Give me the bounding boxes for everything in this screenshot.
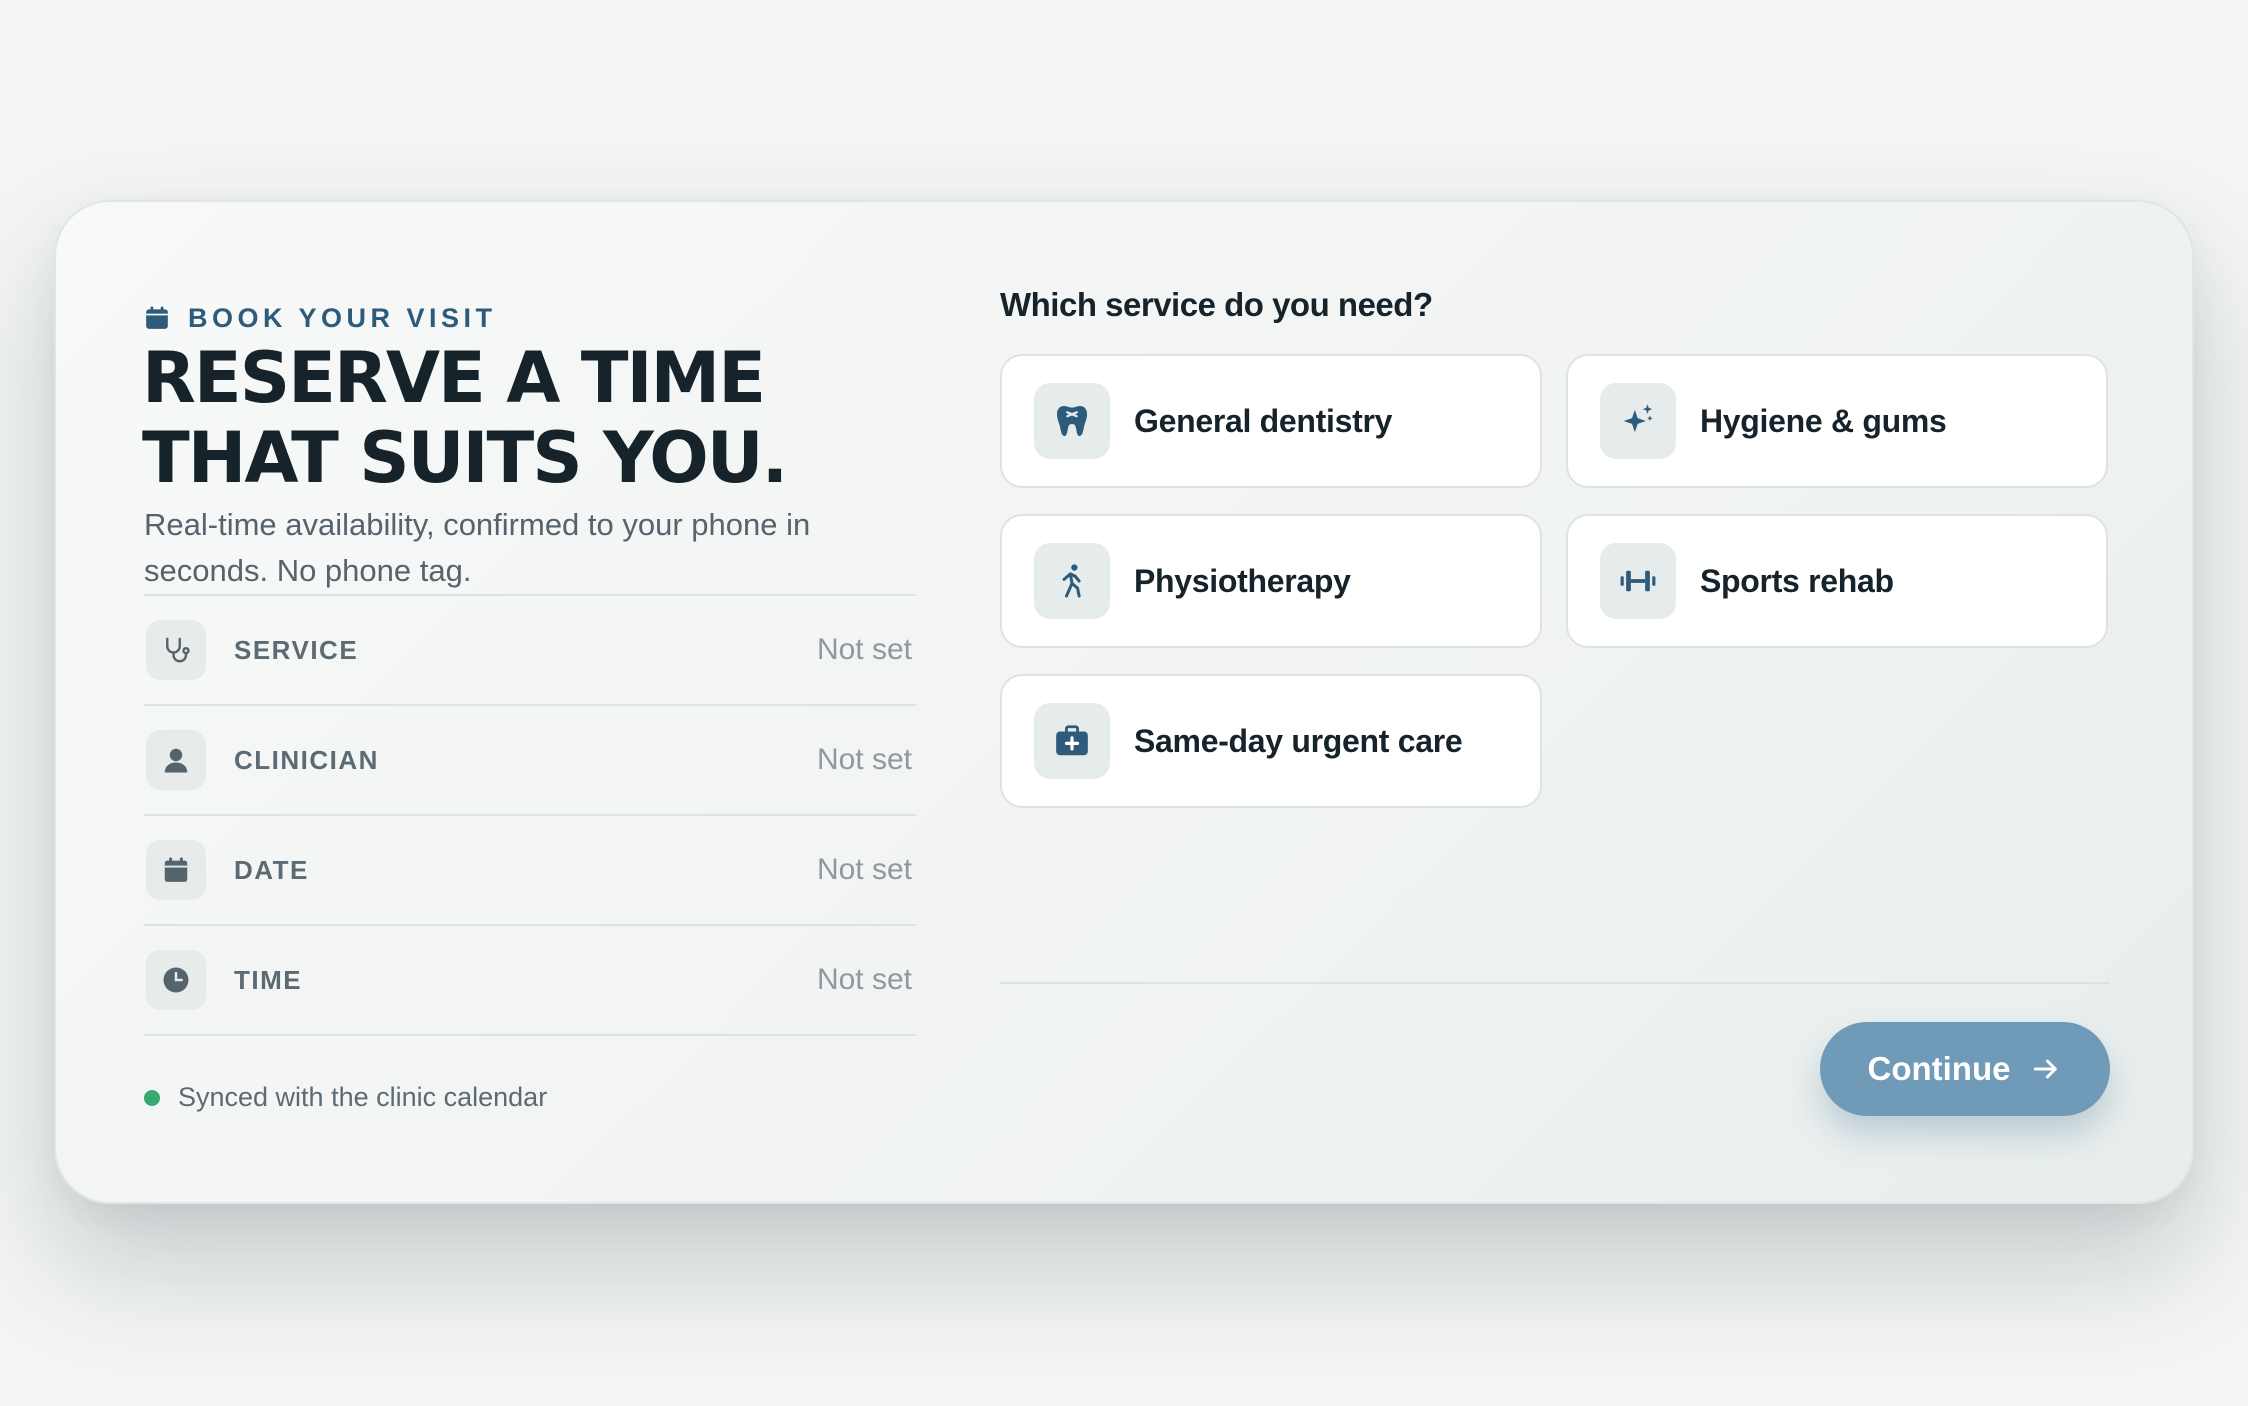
arrow-right-icon: [2034, 1059, 2058, 1079]
summary-row-service: SERVICE Not set: [144, 596, 916, 706]
eyebrow-text: BOOK YOUR VISIT: [188, 302, 497, 333]
service-question: Which service do you need?: [1000, 286, 1433, 323]
person-icon: [146, 730, 206, 790]
summary-label: SERVICE: [234, 634, 359, 665]
summary-label: CLINICIAN: [234, 744, 379, 775]
clock-icon: [146, 950, 206, 1010]
service-option-same-day-urgent-care[interactable]: Same-day urgent care: [1000, 674, 1542, 808]
service-option-physiotherapy[interactable]: Physiotherapy: [1000, 514, 1542, 648]
booking-summary: SERVICE Not set CLINICIAN Not set DATE N…: [144, 594, 916, 1036]
summary-label: TIME: [234, 964, 303, 995]
calendar-icon: [146, 306, 168, 329]
stethoscope-icon: [146, 620, 206, 680]
summary-row-time: TIME Not set: [144, 926, 916, 1036]
dumbbell-icon: [1600, 543, 1676, 619]
summary-value: Not set: [816, 853, 912, 886]
booking-card: BOOK YOUR VISIT RESERVE A TIME THAT SUIT…: [54, 200, 2194, 1204]
service-name: General dentistry: [1134, 402, 1393, 439]
service-name: Same-day urgent care: [1134, 722, 1463, 759]
service-option-general-dentistry[interactable]: General dentistry: [1000, 354, 1542, 488]
sync-status-text: Synced with the clinic calendar: [178, 1082, 548, 1112]
service-option-hygiene-gums[interactable]: Hygiene & gums: [1566, 354, 2108, 488]
service-name: Sports rehab: [1700, 562, 1894, 599]
eyebrow: BOOK YOUR VISIT: [144, 298, 497, 338]
sync-status: Synced with the clinic calendar: [144, 1082, 547, 1113]
summary-value: Not set: [816, 963, 912, 996]
walking-person-icon: [1034, 543, 1110, 619]
headline-line-2: THAT SUITS YOU.: [142, 417, 788, 499]
first-aid-kit-icon: [1034, 703, 1110, 779]
status-dot: [144, 1089, 160, 1106]
summary-row-date: DATE Not set: [144, 816, 916, 926]
continue-button[interactable]: Continue: [1820, 1022, 2110, 1116]
divider: [1000, 982, 2110, 984]
summary-value: Not set: [816, 743, 912, 776]
summary-row-clinician: CLINICIAN Not set: [144, 706, 916, 816]
headline-line-1: RESERVE A TIME: [142, 337, 766, 419]
service-name: Hygiene & gums: [1700, 402, 1947, 439]
tooth-icon: [1034, 383, 1110, 459]
continue-label: Continue: [1867, 1050, 2011, 1087]
service-name: Physiotherapy: [1134, 562, 1351, 599]
summary-value: Not set: [816, 633, 912, 666]
service-option-sports-rehab[interactable]: Sports rehab: [1566, 514, 2108, 648]
subtext: Real-time availability, confirmed to you…: [144, 507, 811, 588]
summary-label: DATE: [234, 854, 309, 885]
calendar-icon: [146, 840, 206, 900]
page-title: RESERVE A TIME THAT SUITS YOU.: [142, 338, 942, 498]
sparkle-icon: [1600, 383, 1676, 459]
